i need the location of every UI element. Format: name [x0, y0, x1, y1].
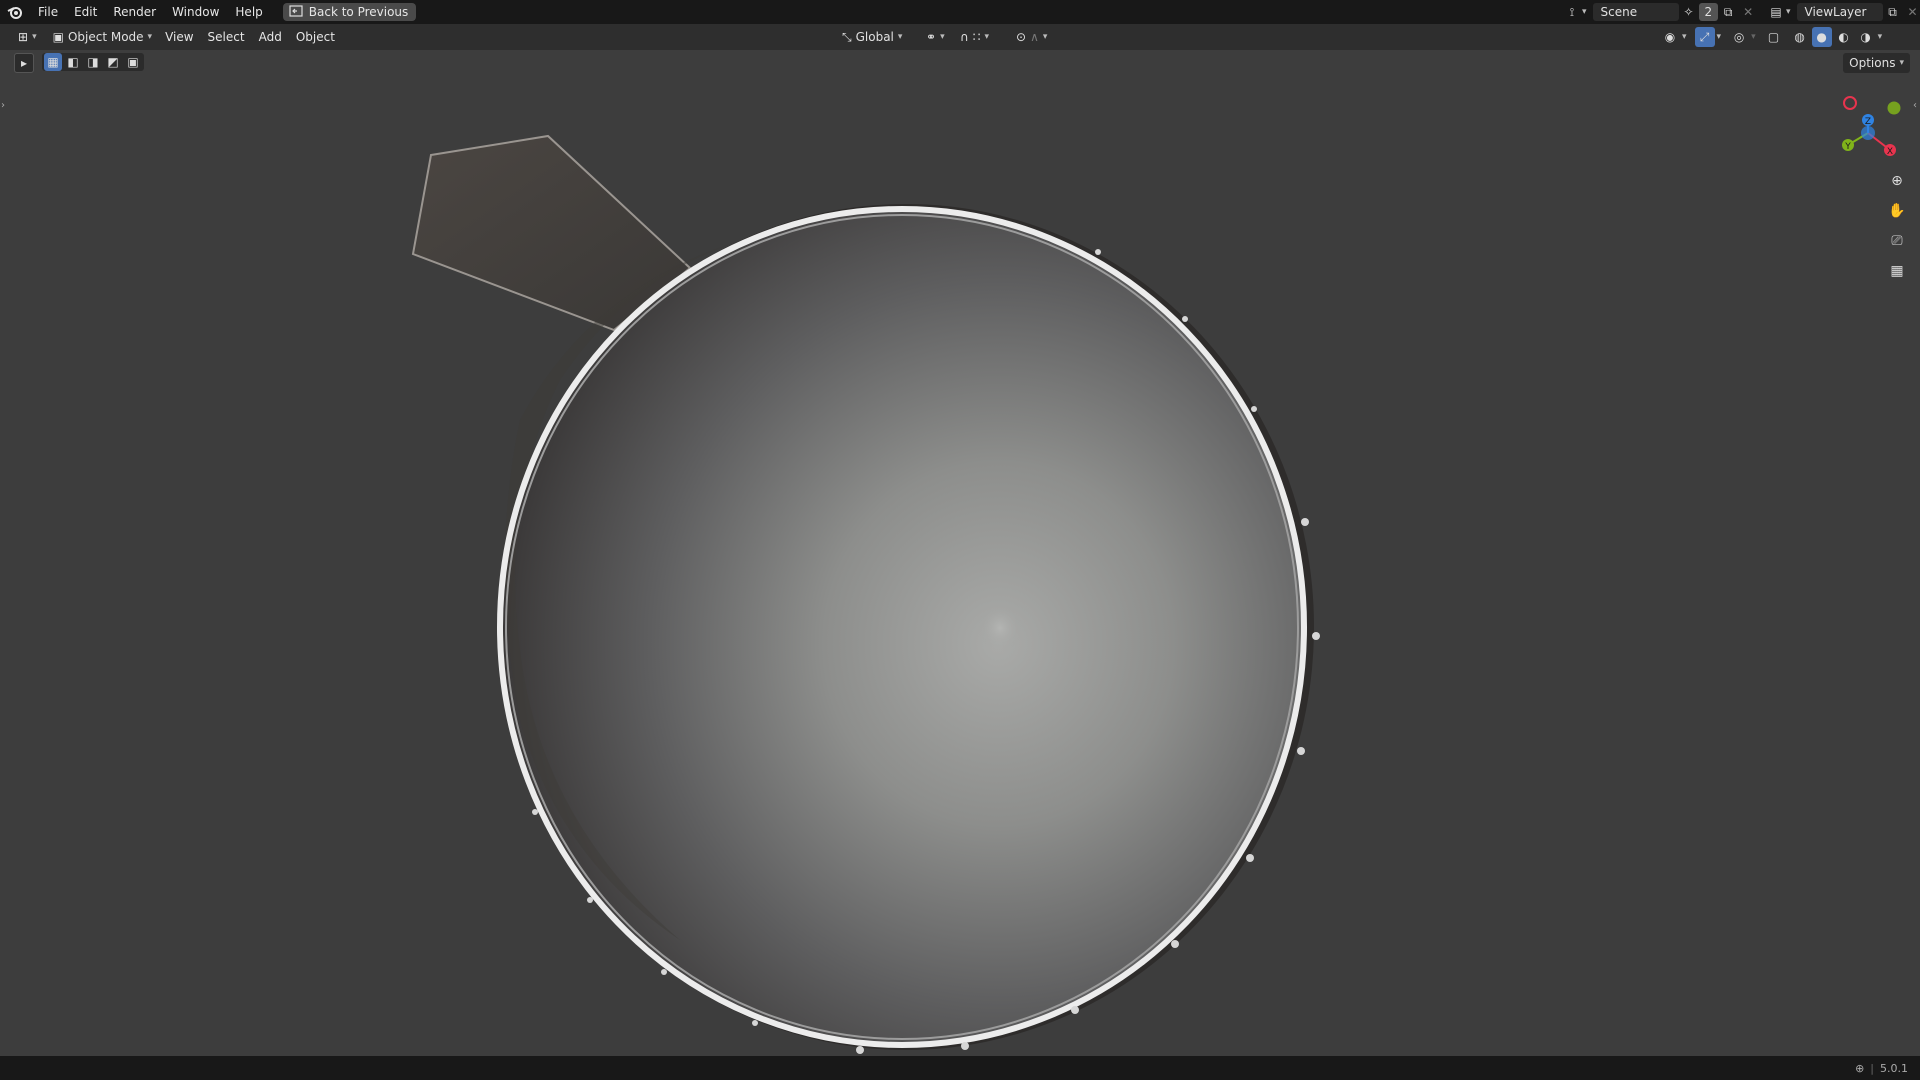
chevron-down-icon: ▾	[1582, 7, 1587, 17]
menu-object[interactable]: Object	[289, 30, 342, 44]
delete-scene-icon[interactable]: ✕	[1738, 2, 1758, 22]
options-label: Options	[1849, 56, 1896, 70]
select-intersect-icon[interactable]: ▣	[124, 53, 142, 71]
chevron-down-icon: ▾	[1899, 58, 1904, 68]
x-axis-label: X	[1887, 147, 1893, 157]
status-bar: ⊕ | 5.0.1	[0, 1056, 1920, 1080]
mug-body[interactable]	[497, 206, 1307, 1048]
neg-y-axis-handle[interactable]	[1887, 101, 1901, 115]
editor-type-selector[interactable]: ⊞ ▾	[12, 27, 43, 47]
chevron-down-icon: ▾	[984, 32, 989, 42]
overlays-icon[interactable]: ◎	[1729, 27, 1749, 47]
menu-file[interactable]: File	[30, 0, 66, 24]
menu-help[interactable]: Help	[227, 0, 270, 24]
chevron-down-icon: ▾	[1751, 32, 1756, 42]
gizmo-toggle-icon[interactable]: ⤢	[1694, 27, 1715, 47]
scene-name-field[interactable]: Scene	[1592, 3, 1679, 21]
chevron-down-icon: ▾	[147, 32, 153, 42]
menu-render[interactable]: Render	[105, 0, 164, 24]
viewport-3d-canvas[interactable]	[0, 76, 1920, 1056]
chevron-down-icon: ▾	[897, 32, 903, 42]
viewport-editor-icon: ⊞	[18, 30, 29, 44]
solid-shading-icon[interactable]: ●	[1811, 27, 1832, 47]
new-scene-icon[interactable]: ⧉	[1718, 2, 1738, 22]
network-globe-icon: ⊕	[1855, 1061, 1865, 1075]
selection-mode-group: ▦ ◧ ◨ ◩ ▣	[42, 53, 144, 71]
pin-icon[interactable]: ✧	[1679, 2, 1699, 22]
mode-selector[interactable]: ▣ Object Mode ▾	[47, 27, 158, 47]
snap-grid-icon: ∷	[972, 30, 981, 44]
pivot-icon: ⚭	[926, 30, 937, 44]
mode-label: Object Mode	[67, 30, 144, 44]
status-divider: |	[1870, 1061, 1874, 1075]
chevron-down-icon: ▾	[1877, 32, 1883, 42]
select-new-icon[interactable]: ▦	[44, 53, 62, 71]
menu-window[interactable]: Window	[164, 0, 227, 24]
visibility-icon[interactable]: ◉	[1660, 27, 1680, 47]
scene-icon[interactable]: ⟟	[1562, 2, 1582, 22]
new-view-layer-icon[interactable]: ⧉	[1883, 2, 1903, 22]
chevron-down-icon: ▾	[1042, 32, 1048, 42]
pan-hand-icon[interactable]: ✋	[1884, 198, 1910, 224]
options-dropdown[interactable]: Options ▾	[1843, 53, 1910, 73]
back-to-previous-button[interactable]: Back to Previous	[282, 3, 417, 21]
magnet-icon: ∩	[960, 30, 969, 44]
rendered-shading-icon[interactable]: ◑	[1856, 27, 1876, 47]
y-axis-label: Y	[1844, 142, 1851, 152]
menu-edit[interactable]: Edit	[66, 0, 105, 24]
orientation-icon: ⤡	[842, 29, 852, 44]
version-label: 5.0.1	[1880, 1061, 1908, 1075]
select-tool-icon[interactable]: ▸	[14, 53, 34, 73]
menu-view[interactable]: View	[158, 30, 200, 44]
back-icon	[289, 4, 303, 20]
scene-selector: ⟟ ▾ Scene ✧ 2 ⧉ ✕	[1562, 0, 1758, 24]
zoom-icon[interactable]: ⊕	[1884, 168, 1910, 194]
view-layer-icon[interactable]: ▤	[1766, 2, 1786, 22]
chevron-down-icon: ▾	[1786, 7, 1791, 17]
orientation-label: Global	[855, 30, 894, 44]
select-subtract-icon[interactable]: ◨	[84, 53, 102, 71]
select-invert-icon[interactable]: ◩	[104, 53, 122, 71]
chevron-down-icon: ▾	[1716, 32, 1722, 42]
z-axis-label: Z	[1865, 117, 1871, 127]
view-layer-name-field[interactable]: ViewLayer	[1796, 3, 1883, 21]
navigation-gizmo[interactable]: Z Y X	[1826, 90, 1916, 170]
neg-z-axis-handle[interactable]	[1861, 126, 1875, 140]
camera-view-icon[interactable]: ⎚	[1884, 228, 1910, 254]
chevron-down-icon: ▾	[1682, 32, 1687, 42]
transform-orientation-selector[interactable]: ⤡ Global ▾	[836, 27, 908, 47]
chevron-down-icon: ▾	[32, 32, 37, 42]
menu-select[interactable]: Select	[201, 30, 252, 44]
top-bar: File Edit Render Window Help Back to Pre…	[0, 0, 1920, 24]
viewport-display-controls: ◉ ▾ ⤢ ▾ ◎ ▾ ▢ ◍ ● ◐ ◑ ▾	[1660, 27, 1882, 47]
pivot-point-selector[interactable]: ⚭ ▾	[920, 27, 951, 47]
proportional-edit-icon: ⊙	[1016, 30, 1027, 44]
snap-toggle[interactable]: ∩ ∷ ▾	[954, 27, 995, 47]
scene-users-count[interactable]: 2	[1698, 3, 1719, 21]
tool-settings-row: ▸ ▦ ◧ ◨ ◩ ▣ Options ▾	[0, 50, 1920, 76]
xray-icon[interactable]: ▢	[1764, 27, 1784, 47]
blender-logo-icon[interactable]	[0, 0, 30, 24]
perspective-grid-icon[interactable]: ▦	[1884, 258, 1910, 284]
neg-x-axis-handle[interactable]	[1843, 96, 1857, 110]
falloff-icon: ∧	[1030, 30, 1039, 44]
back-to-previous-label: Back to Previous	[308, 5, 409, 19]
proportional-editing-toggle[interactable]: ⊙ ∧ ▾	[1010, 27, 1053, 47]
chevron-down-icon: ▾	[940, 32, 945, 42]
menu-add[interactable]: Add	[252, 30, 289, 44]
view-layer-selector: ▤ ▾ ViewLayer ⧉ ✕	[1766, 0, 1920, 24]
object-mode-icon: ▣	[52, 30, 64, 44]
wireframe-shading-icon[interactable]: ◍	[1790, 27, 1810, 47]
viewport-header: ⊞ ▾ ▣ Object Mode ▾ View Select Add Objec…	[0, 24, 1920, 50]
select-extend-icon[interactable]: ◧	[64, 53, 82, 71]
material-preview-icon[interactable]: ◐	[1834, 27, 1854, 47]
delete-view-layer-icon[interactable]: ✕	[1903, 2, 1920, 22]
